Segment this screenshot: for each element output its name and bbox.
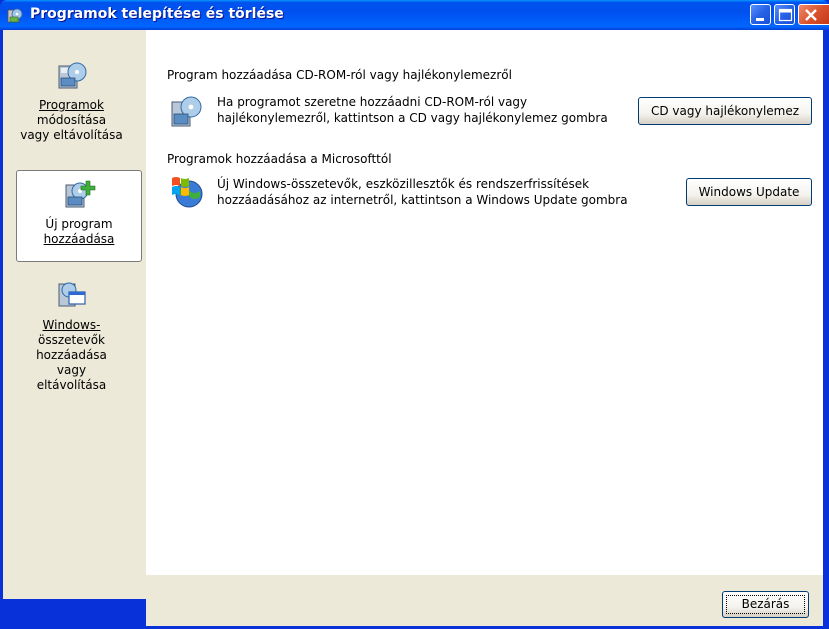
sidebar-label-line: Windows-: [42, 318, 101, 332]
section-desc-microsoft: Új Windows-összetevők, eszközillesztők é…: [217, 176, 628, 208]
sidebar-label-line: módosítása: [36, 113, 107, 127]
section-heading-microsoft: Programok hozzáadása a Microsofttól: [167, 152, 392, 166]
sidebar-label-line: hozzáadása: [43, 232, 115, 246]
windows-update-icon: [172, 177, 203, 208]
maximize-button[interactable]: [774, 4, 795, 25]
focus-rect: [726, 595, 805, 614]
close-window-button[interactable]: [798, 4, 829, 25]
add-remove-programs-icon: [7, 8, 23, 23]
sidebar-label-line: Új program: [45, 217, 113, 231]
close-icon: [805, 9, 817, 21]
windows-components-icon: [58, 282, 86, 307]
change-remove-programs-icon: [58, 62, 86, 89]
title-bar[interactable]: Programok telepítése és törlése: [0, 0, 829, 30]
window-frame-right: [823, 30, 829, 629]
content-top-margin: [146, 30, 823, 46]
sidebar-label-line: vagy eltávolítása: [20, 128, 123, 142]
maximize-icon: [778, 8, 793, 22]
sidebar-item-add-new-program[interactable]: Új program hozzáadása: [16, 170, 142, 262]
desc-line: hajlékonylemezről, kattintson a CD vagy …: [217, 111, 608, 125]
sidebar-label-line: eltávolítása: [36, 378, 107, 392]
windows-update-button[interactable]: Windows Update: [686, 178, 812, 206]
sidebar-label-line: összetevők: [37, 333, 105, 347]
section-desc-cd: Ha programot szeretne hozzáadni CD-ROM-r…: [217, 94, 608, 126]
sidebar-label-line: Programok: [39, 98, 104, 112]
desc-line: Ha programot szeretne hozzáadni CD-ROM-r…: [217, 95, 528, 109]
minimize-button[interactable]: [750, 4, 771, 25]
sidebar-label-line: vagy: [56, 363, 87, 377]
cd-install-icon: [171, 96, 202, 127]
close-button[interactable]: Bezárás: [722, 591, 809, 618]
window-title: Programok telepítése és törlése: [30, 6, 284, 22]
add-new-program-icon: [65, 180, 96, 208]
minimize-icon: [756, 18, 764, 21]
cd-or-floppy-button[interactable]: CD vagy hajlékonylemez: [638, 97, 812, 125]
desc-line: Új Windows-összetevők, eszközillesztők é…: [217, 177, 590, 191]
section-heading-cd: Program hozzáadása CD-ROM-ról vagy hajlé…: [167, 68, 512, 82]
sidebar-item-change-remove[interactable]: Programok módosítása vagy eltávolítása: [0, 58, 143, 143]
sidebar-label-line: hozzáadása: [36, 348, 107, 362]
desc-line: hozzáadásához az internetről, kattintson…: [217, 193, 628, 207]
sidebar-item-windows-components[interactable]: Windows- összetevők hozzáadása vagy eltá…: [0, 278, 143, 393]
